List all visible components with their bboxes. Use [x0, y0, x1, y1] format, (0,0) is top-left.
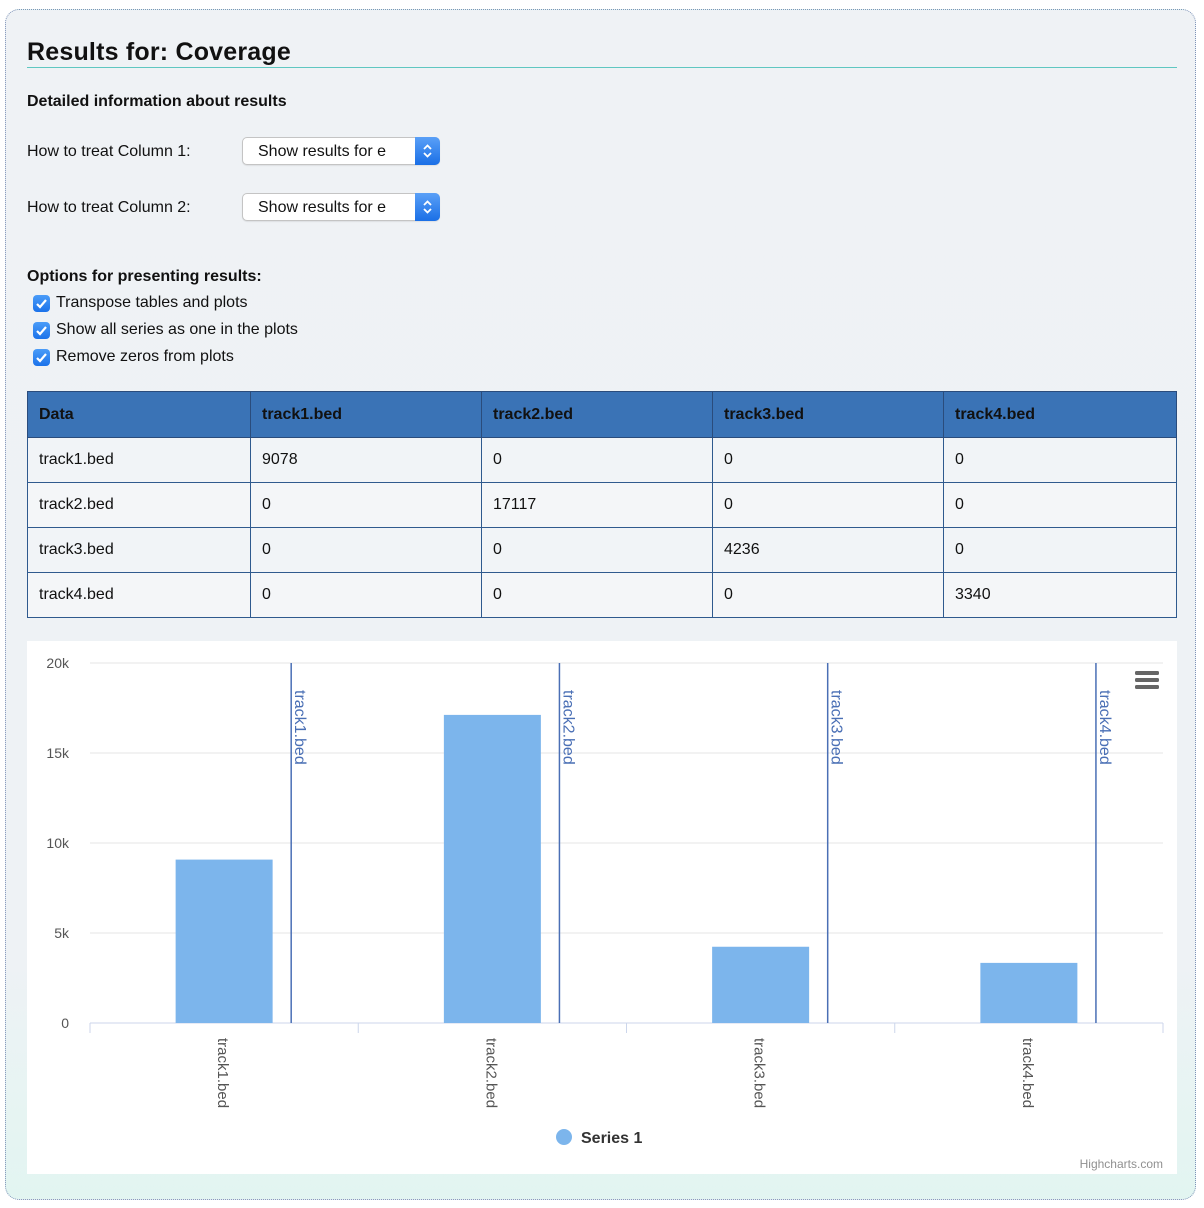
results-table: Data track1.bed track2.bed track3.bed tr…: [27, 391, 1177, 618]
bar: [443, 714, 541, 1023]
column2-select-value: Show results for e: [258, 199, 387, 216]
y-tick-label: 5k: [54, 925, 70, 941]
table-header-row: Data track1.bed track2.bed track3.bed tr…: [27, 391, 1177, 438]
table-row: track3.bed 0 0 4236 0: [27, 527, 1177, 573]
table-cell: 0: [250, 482, 482, 528]
table-cell: track1.bed: [27, 437, 251, 483]
bar: [980, 962, 1078, 1023]
select-arrows-icon[interactable]: [415, 137, 440, 165]
plot-line-label: track3.bed: [828, 690, 845, 765]
table-header-cell: track4.bed: [943, 391, 1177, 438]
chart-legend[interactable]: Series 1: [556, 1129, 642, 1147]
plot-line-label: track1.bed: [291, 690, 308, 765]
table-cell: 0: [943, 437, 1177, 483]
table-cell: track2.bed: [27, 482, 251, 528]
table-cell: 0: [481, 527, 713, 573]
table-header-cell: track3.bed: [712, 391, 944, 438]
table-cell: 0: [712, 437, 944, 483]
bar: [712, 946, 810, 1023]
y-tick-label: 10k: [46, 835, 70, 851]
y-tick-label: 15k: [46, 745, 70, 761]
x-tick-label: track2.bed: [482, 1038, 499, 1108]
table-cell: 0: [712, 572, 944, 618]
column1-select-value: Show results for e: [258, 143, 387, 160]
select-arrows-icon[interactable]: [415, 193, 440, 221]
table-cell: 17117: [481, 482, 713, 528]
chart-svg: track1.bed track2.bed track3.bed track4.bed…: [46, 655, 1164, 1171]
table-cell: 0: [481, 572, 713, 618]
bar: [175, 859, 273, 1023]
table-cell: 0: [712, 482, 944, 528]
plot-line-label: track2.bed: [559, 690, 576, 765]
x-tick-label: track4.bed: [1019, 1038, 1036, 1108]
results-panel: Results for: Coverage Detailed informati…: [5, 9, 1196, 1200]
table-header-cell: track2.bed: [481, 391, 713, 438]
chart-y-ticks: 0 5k 10k 15k 20k: [46, 655, 70, 1031]
table-cell: 0: [943, 482, 1177, 528]
table-row: track2.bed 0 17117 0 0: [27, 482, 1177, 528]
table-cell: 9078: [250, 437, 482, 483]
table-cell: 0: [250, 527, 482, 573]
plot-line-label: track4.bed: [1096, 690, 1113, 765]
section-heading: Detailed information about results: [27, 93, 287, 110]
table-row: track4.bed 0 0 0 3340: [27, 572, 1177, 618]
x-tick-label: track1.bed: [214, 1038, 231, 1108]
column1-label: How to treat Column 1:: [27, 143, 191, 160]
table-header-cell: Data: [27, 391, 251, 438]
chart-credit[interactable]: Highcharts.com: [1080, 1157, 1163, 1171]
chart-x-ticks: track1.bed track2.bed track3.bed track4.bed: [89, 1023, 1164, 1108]
chart-bars: [175, 714, 1078, 1023]
coverage-chart: track1.bed track2.bed track3.bed track4.bed…: [27, 641, 1177, 1174]
table-header-cell: track1.bed: [250, 391, 482, 438]
options-heading: Options for presenting results:: [27, 268, 262, 285]
page-title: Results for: Coverage: [27, 38, 291, 66]
option-label: Show all series as one in the plots: [56, 321, 298, 338]
checkbox-checked-icon[interactable]: [33, 295, 50, 312]
column2-label: How to treat Column 2:: [27, 199, 191, 216]
option-label: Remove zeros from plots: [56, 348, 234, 365]
y-tick-label: 0: [61, 1015, 69, 1031]
title-divider: [27, 67, 1177, 68]
legend-marker-icon: [556, 1129, 572, 1145]
table-cell: track4.bed: [27, 572, 251, 618]
x-tick-label: track3.bed: [751, 1038, 768, 1108]
table-cell: 0: [481, 437, 713, 483]
table-cell: 0: [250, 572, 482, 618]
checkbox-checked-icon[interactable]: [33, 322, 50, 339]
checkbox-checked-icon[interactable]: [33, 349, 50, 366]
table-cell: 4236: [712, 527, 944, 573]
legend-label[interactable]: Series 1: [581, 1130, 642, 1147]
table-cell: 0: [943, 527, 1177, 573]
hamburger-menu-icon[interactable]: [1135, 671, 1159, 689]
y-tick-label: 20k: [46, 655, 70, 671]
column1-select[interactable]: Show results for e: [242, 137, 440, 165]
table-row: track1.bed 9078 0 0 0: [27, 437, 1177, 483]
table-cell: track3.bed: [27, 527, 251, 573]
option-label: Transpose tables and plots: [56, 294, 248, 311]
column2-select[interactable]: Show results for e: [242, 193, 440, 221]
table-cell: 3340: [943, 572, 1177, 618]
